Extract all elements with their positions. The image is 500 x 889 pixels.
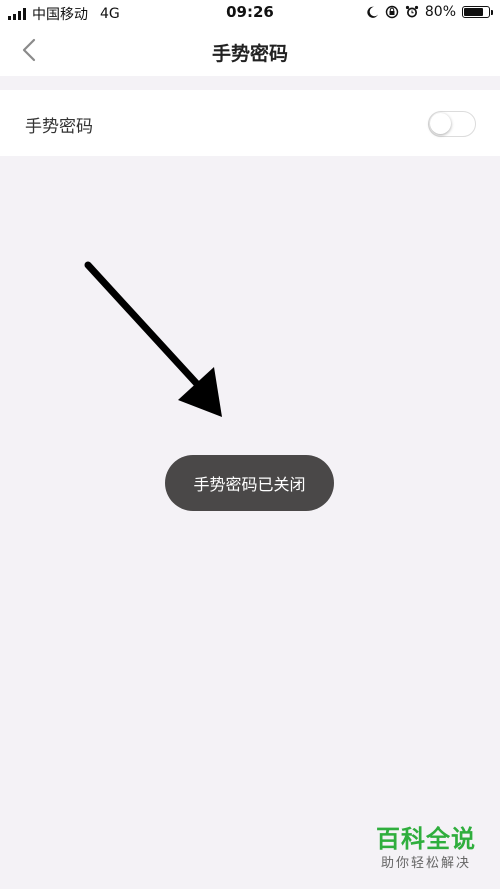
nav-bar: 手势密码	[0, 26, 500, 76]
gesture-password-label: 手势密码	[25, 117, 93, 137]
battery-icon	[462, 6, 493, 18]
status-bar: 中国移动 4G 09:26 80%	[0, 0, 500, 26]
arrow-down-right-icon	[84, 261, 222, 417]
toast-message: 手势密码已关闭	[165, 455, 334, 511]
battery-fill	[464, 8, 483, 16]
lock-rotation-icon	[385, 5, 399, 19]
setting-row-gesture-password: 手势密码	[0, 90, 500, 156]
page-title: 手势密码	[211, 43, 288, 65]
toggle-knob	[430, 113, 451, 134]
watermark-logo: 百科全说 助你轻松解决	[366, 823, 486, 881]
gesture-password-toggle[interactable]	[428, 111, 476, 137]
alarm-icon	[405, 5, 418, 18]
watermark-subtitle: 助你轻松解决	[380, 856, 471, 871]
moon-icon	[367, 6, 378, 18]
watermark-title: 百科全说	[376, 825, 476, 853]
status-right: 80%	[366, 4, 493, 20]
battery-percent: 80%	[424, 4, 456, 20]
